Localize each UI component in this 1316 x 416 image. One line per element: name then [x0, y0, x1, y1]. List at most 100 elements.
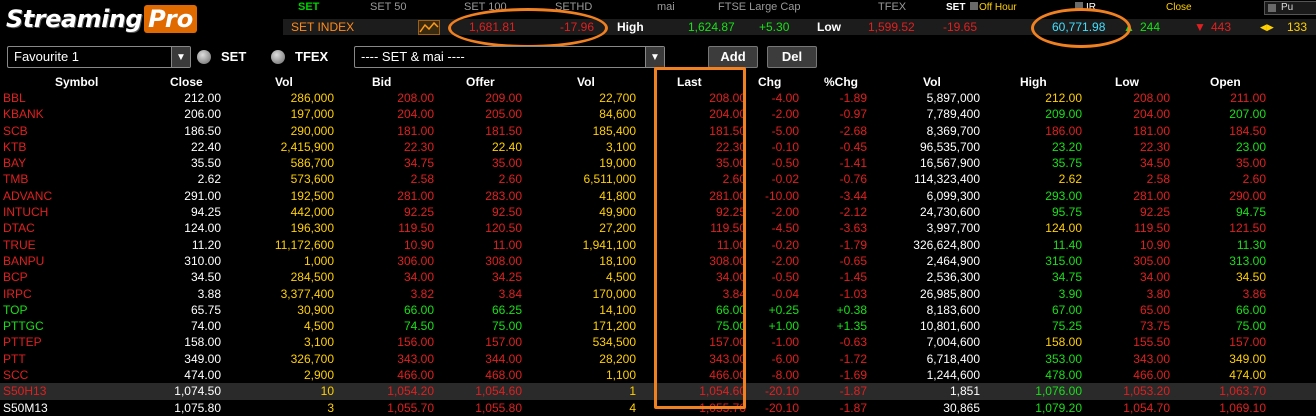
cell-chg: -0.02	[771, 172, 799, 187]
radio-set-label: SET	[221, 49, 247, 64]
market-dropdown[interactable]: ---- SET & mai ---- ▼	[354, 46, 665, 68]
cell-symbol[interactable]: SCC	[3, 368, 28, 382]
col-header-offer-vol[interactable]: Vol	[577, 75, 595, 89]
cell-bid-vol: 326,700	[290, 351, 334, 366]
cell-chg: -2.00	[771, 253, 799, 268]
cell-bid-vol: 3,377,400	[280, 286, 334, 301]
cell-offer: 66.25	[491, 302, 522, 317]
col-header-pchg[interactable]: %Chg	[824, 75, 858, 89]
cell-low: 1,053.20	[1123, 384, 1170, 399]
cell-offer: 468.00	[485, 368, 522, 383]
cell-chg: -10.00	[764, 188, 799, 203]
cell-offer: 205.00	[485, 107, 522, 122]
cell-offer: 120.50	[485, 221, 522, 236]
down-count: 443	[1211, 20, 1232, 34]
cell-symbol[interactable]: PTT	[3, 352, 26, 366]
col-header-bid-vol[interactable]: Vol	[275, 75, 293, 89]
cell-open: 1,063.70	[1219, 384, 1266, 399]
cell-symbol[interactable]: S50H13	[3, 384, 46, 398]
cell-symbol[interactable]: IRPC	[3, 287, 32, 301]
cell-open: 35.00	[1235, 156, 1266, 171]
cell-offer: 11.00	[492, 237, 522, 252]
tab-ftse-large-cap[interactable]: FTSE Large Cap	[718, 1, 801, 13]
col-header-low[interactable]: Low	[1115, 75, 1139, 89]
cell-high: 353.00	[1045, 351, 1082, 366]
cell-low: 65.00	[1139, 302, 1170, 317]
cell-close: 35.50	[190, 156, 221, 171]
cell-bid: 74.50	[403, 319, 434, 334]
cell-pchg: +1.35	[836, 319, 867, 334]
push-button[interactable]: Pu	[1264, 1, 1316, 15]
col-header-chg[interactable]: Chg	[758, 75, 781, 89]
cell-symbol[interactable]: KBANK	[3, 107, 44, 121]
cell-offer-vol: 19,000	[599, 156, 636, 171]
cell-bid: 66.00	[403, 302, 434, 317]
del-button[interactable]: Del	[767, 46, 817, 68]
cell-symbol[interactable]: BAY	[3, 156, 26, 170]
chevron-down-icon[interactable]: ▼	[645, 47, 664, 67]
radio-set[interactable]	[197, 50, 211, 64]
cell-offer-vol: 22,700	[599, 91, 636, 105]
favourite-dropdown[interactable]: Favourite 1 ▼	[7, 46, 191, 68]
low-change: -19.65	[943, 20, 978, 34]
chart-icon[interactable]	[418, 20, 440, 35]
cell-pchg: -0.76	[839, 172, 867, 187]
cell-symbol[interactable]: S50M13	[3, 401, 48, 415]
cell-bid-vol: 197,000	[290, 107, 334, 122]
cell-symbol[interactable]: ADVANC	[3, 189, 52, 203]
cell-pchg: -1.03	[839, 286, 867, 301]
cell-symbol[interactable]: SCB	[3, 124, 28, 138]
cell-offer-vol: 49,900	[599, 205, 636, 220]
cell-high: 124.00	[1045, 221, 1082, 236]
tab-set50[interactable]: SET 50	[370, 1, 407, 13]
col-header-bid[interactable]: Bid	[372, 75, 391, 89]
cell-pchg: -1.87	[839, 400, 867, 415]
cell-symbol[interactable]: TRUE	[3, 238, 36, 252]
cell-bid-vol: 3,100	[303, 335, 334, 350]
add-button[interactable]: Add	[708, 46, 758, 68]
cell-symbol[interactable]: TOP	[3, 303, 27, 317]
cell-symbol[interactable]: KTB	[3, 140, 26, 154]
col-header-vol[interactable]: Vol	[923, 75, 941, 89]
cell-bid: 181.00	[397, 123, 434, 138]
cell-bid-vol: 586,700	[290, 156, 334, 171]
toolbar: Favourite 1 ▼ SET TFEX ---- SET & mai --…	[0, 42, 1316, 70]
cell-symbol[interactable]: PTTGC	[3, 319, 44, 333]
cell-vol: 114,323,400	[914, 172, 980, 187]
tab-tfex[interactable]: TFEX	[878, 1, 906, 13]
col-header-offer[interactable]: Offer	[466, 75, 495, 89]
cell-offer-vol: 1,100	[605, 368, 636, 383]
cell-chg: -20.10	[764, 384, 799, 399]
radio-tfex[interactable]	[271, 50, 285, 64]
tab-set[interactable]: SET	[298, 1, 319, 13]
cell-bid: 281.00	[397, 188, 434, 203]
col-header-high[interactable]: High	[1020, 75, 1047, 89]
cell-vol: 3,997,700	[926, 221, 980, 236]
col-header-symbol[interactable]: Symbol	[55, 75, 98, 89]
highlight-box-last-column	[654, 67, 746, 409]
cell-symbol[interactable]: BBL	[3, 91, 26, 105]
col-header-open[interactable]: Open	[1210, 75, 1241, 89]
col-header-close[interactable]: Close	[170, 75, 203, 89]
cell-symbol[interactable]: INTUCH	[3, 205, 48, 219]
status-market: SET	[946, 2, 966, 13]
cell-low: 155.50	[1133, 335, 1170, 350]
cell-offer: 92.50	[491, 205, 522, 220]
cell-close: 474.00	[184, 368, 221, 383]
high-value: 1,624.87	[688, 20, 735, 34]
cell-high: 315.00	[1045, 253, 1082, 268]
cell-symbol[interactable]: DTAC	[3, 221, 35, 235]
chevron-down-icon[interactable]: ▼	[171, 47, 190, 67]
cell-pchg: -0.65	[839, 253, 867, 268]
cell-bid-vol: 2,900	[303, 368, 334, 383]
cell-symbol[interactable]: PTTEP	[3, 335, 42, 349]
cell-high: 293.00	[1045, 188, 1082, 203]
cell-symbol[interactable]: BCP	[3, 270, 28, 284]
cell-symbol[interactable]: BANPU	[3, 254, 44, 268]
cell-high: 34.75	[1051, 270, 1082, 285]
tab-mai[interactable]: mai	[657, 1, 675, 13]
cell-symbol[interactable]: TMB	[3, 172, 28, 186]
cell-open: 474.00	[1229, 368, 1266, 383]
push-label: Pu	[1281, 2, 1294, 13]
cell-chg: -0.20	[771, 237, 799, 252]
